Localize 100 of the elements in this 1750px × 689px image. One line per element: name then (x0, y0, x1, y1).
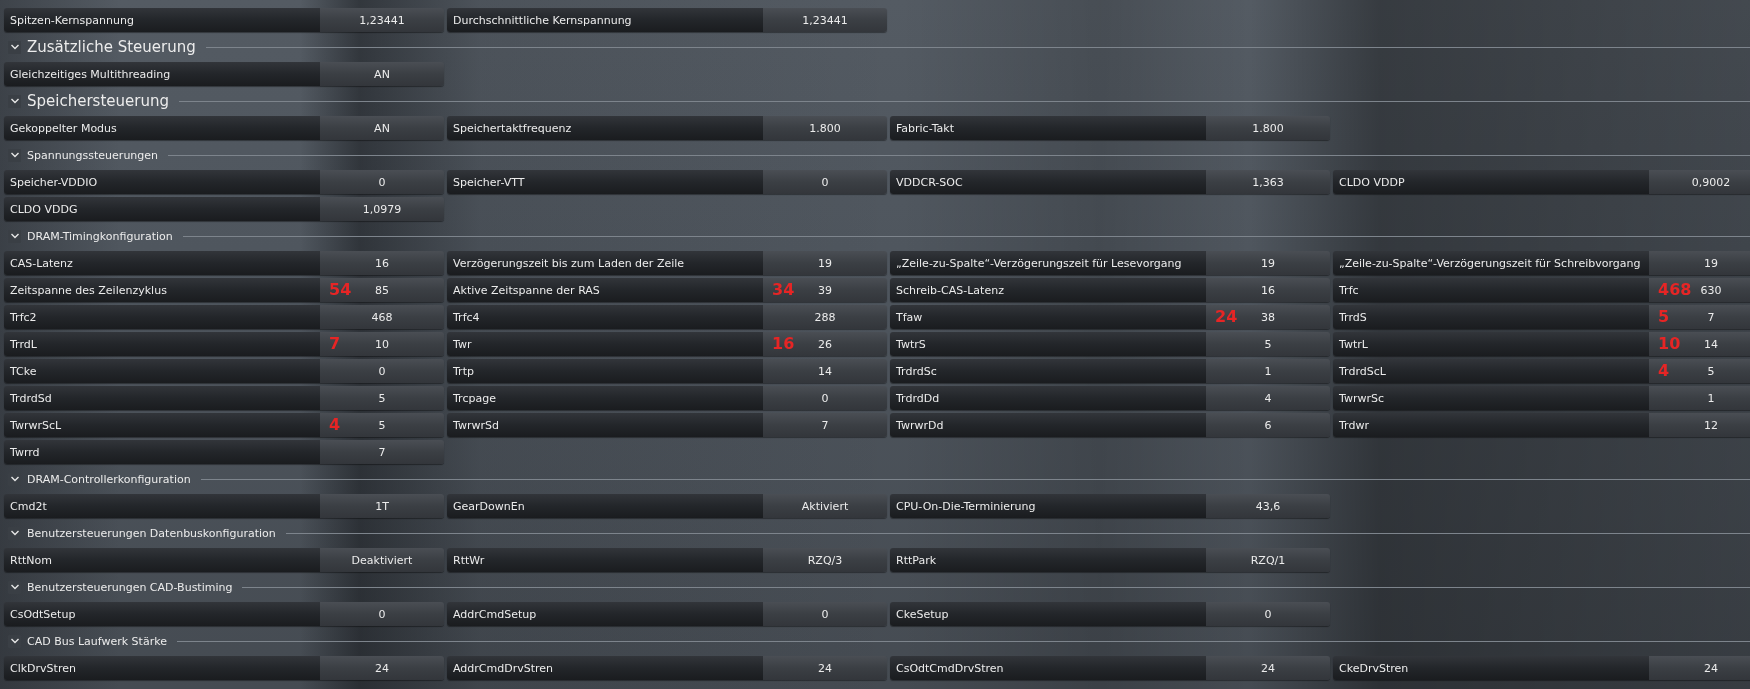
setting-label: VDDCR-SOC (890, 170, 1206, 194)
setting-value[interactable]: 4 5 (1649, 359, 1750, 383)
setting-value[interactable]: 6 (1206, 413, 1330, 437)
setting-value[interactable]: 10 14 (1649, 332, 1750, 356)
setting-value[interactable]: 7 (763, 413, 887, 437)
setting-value[interactable]: 5 (1206, 332, 1330, 356)
section-title: Benutzersteuerungen CAD-Bustiming (27, 580, 233, 594)
setting-value[interactable]: 0 (1206, 602, 1330, 626)
setting-value[interactable]: 468 (320, 305, 444, 329)
section-title: DRAM-Timingkonfiguration (27, 229, 173, 243)
setting-value[interactable]: 24 (1206, 656, 1330, 680)
setting-value[interactable]: 24 38 (1206, 305, 1330, 329)
setting-label: CsOdtCmdDrvStren (890, 656, 1206, 680)
setting-value[interactable]: RZQ/1 (1206, 548, 1330, 572)
setting-label: AddrCmdSetup (447, 602, 763, 626)
setting-value[interactable]: Deaktiviert (320, 548, 444, 572)
setting-label: CPU-On-Die-Terminierung (890, 494, 1206, 518)
section-title: Speichersteuerung (27, 92, 169, 110)
setting-value[interactable]: 288 (763, 305, 887, 329)
setting-label: CAS-Latenz (4, 251, 320, 275)
annotation: 24 (1215, 307, 1238, 327)
setting-label: Speichertaktfrequenz (447, 116, 763, 140)
setting-value[interactable]: 19 (1206, 251, 1330, 275)
setting-value[interactable]: 1,23441 (320, 8, 444, 32)
setting-value[interactable]: 0 (763, 386, 887, 410)
setting-value[interactable]: 12 (1649, 413, 1750, 437)
setting-label: Speicher-VTT (447, 170, 763, 194)
setting-value[interactable]: 43,6 (1206, 494, 1330, 518)
setting-value[interactable]: 19 (763, 251, 887, 275)
setting-label: CLDO VDDG (4, 197, 320, 221)
setting-value[interactable]: 468 630 (1649, 278, 1750, 302)
setting-label: ClkDrvStren (4, 656, 320, 680)
setting-label: Aktive Zeitspanne der RAS (447, 278, 763, 302)
setting-value[interactable]: 14 (763, 359, 887, 383)
setting-label: TwtrS (890, 332, 1206, 356)
setting-label: CkeSetup (890, 602, 1206, 626)
setting-value[interactable]: 0 (320, 602, 444, 626)
chevron-icon[interactable] (8, 229, 21, 243)
setting-value[interactable]: 1T (320, 494, 444, 518)
setting-value[interactable]: 7 10 (320, 332, 444, 356)
setting-value[interactable]: 0 (763, 170, 887, 194)
setting-value[interactable]: 0 (320, 170, 444, 194)
setting-value[interactable]: 7 (320, 440, 444, 464)
setting-value[interactable]: 24 (1649, 656, 1750, 680)
setting-label: Durchschnittliche Kernspannung (447, 8, 763, 32)
chevron-icon[interactable] (8, 94, 21, 108)
setting-label: TCke (4, 359, 320, 383)
annotation: 34 (772, 280, 795, 300)
setting-value[interactable]: 16 26 (763, 332, 887, 356)
setting-label: Verzögerungszeit bis zum Laden der Zeile (447, 251, 763, 275)
setting-value[interactable]: 4 (1206, 386, 1330, 410)
setting-value[interactable]: 34 39 (763, 278, 887, 302)
setting-label: Trfc (1333, 278, 1649, 302)
setting-label: CkeDrvStren (1333, 656, 1649, 680)
setting-value[interactable]: 1.800 (1206, 116, 1330, 140)
setting-value[interactable]: 0,9002 (1649, 170, 1750, 194)
setting-value[interactable]: 5 7 (1649, 305, 1750, 329)
setting-value[interactable]: 0 (320, 359, 444, 383)
setting-value[interactable]: 1,363 (1206, 170, 1330, 194)
setting-value[interactable]: Aktiviert (763, 494, 887, 518)
section-title: CAD Bus Laufwerk Stärke (27, 634, 167, 648)
setting-label: Trfc4 (447, 305, 763, 329)
setting-label: TwrwrSc (1333, 386, 1649, 410)
setting-label: TrdrdSd (4, 386, 320, 410)
setting-value[interactable]: 1 (1649, 386, 1750, 410)
setting-label: RttWr (447, 548, 763, 572)
setting-value[interactable]: 19 (1649, 251, 1750, 275)
setting-value[interactable]: 1,23441 (763, 8, 887, 32)
setting-value[interactable]: AN (320, 62, 444, 86)
setting-value[interactable]: 4 5 (320, 413, 444, 437)
setting-label: TrrdS (1333, 305, 1649, 329)
setting-label: RttNom (4, 548, 320, 572)
setting-value[interactable]: AN (320, 116, 444, 140)
setting-value[interactable]: RZQ/3 (763, 548, 887, 572)
setting-value[interactable]: 24 (320, 656, 444, 680)
setting-value[interactable]: 24 (763, 656, 887, 680)
setting-value[interactable]: 16 (1206, 278, 1330, 302)
chevron-icon[interactable] (8, 40, 21, 54)
setting-label: TrdrdDd (890, 386, 1206, 410)
setting-label: RttPark (890, 548, 1206, 572)
setting-label: CsOdtSetup (4, 602, 320, 626)
annotation: 16 (772, 334, 795, 354)
setting-label: TrdrdSc (890, 359, 1206, 383)
setting-label: Spitzen-Kernspannung (4, 8, 320, 32)
setting-label: TrdrdScL (1333, 359, 1649, 383)
setting-value[interactable]: 1 (1206, 359, 1330, 383)
setting-label: „Zeile-zu-Spalte“-Verzögerungszeit für Lesevorgang (890, 251, 1206, 275)
setting-label: TwtrL (1333, 332, 1649, 356)
setting-value[interactable]: 1.800 (763, 116, 887, 140)
setting-value[interactable]: 16 (320, 251, 444, 275)
setting-label: AddrCmdDrvStren (447, 656, 763, 680)
chevron-icon[interactable] (8, 148, 21, 162)
chevron-icon[interactable] (8, 634, 21, 648)
setting-value[interactable]: 5 (320, 386, 444, 410)
setting-label: Twrrd (4, 440, 320, 464)
setting-label: Gekoppelter Modus (4, 116, 320, 140)
setting-value[interactable]: 1,0979 (320, 197, 444, 221)
setting-value[interactable]: 54 85 (320, 278, 444, 302)
section-title: Benutzersteuerungen Datenbuskonfiguration (27, 526, 276, 540)
setting-value[interactable]: 0 (763, 602, 887, 626)
